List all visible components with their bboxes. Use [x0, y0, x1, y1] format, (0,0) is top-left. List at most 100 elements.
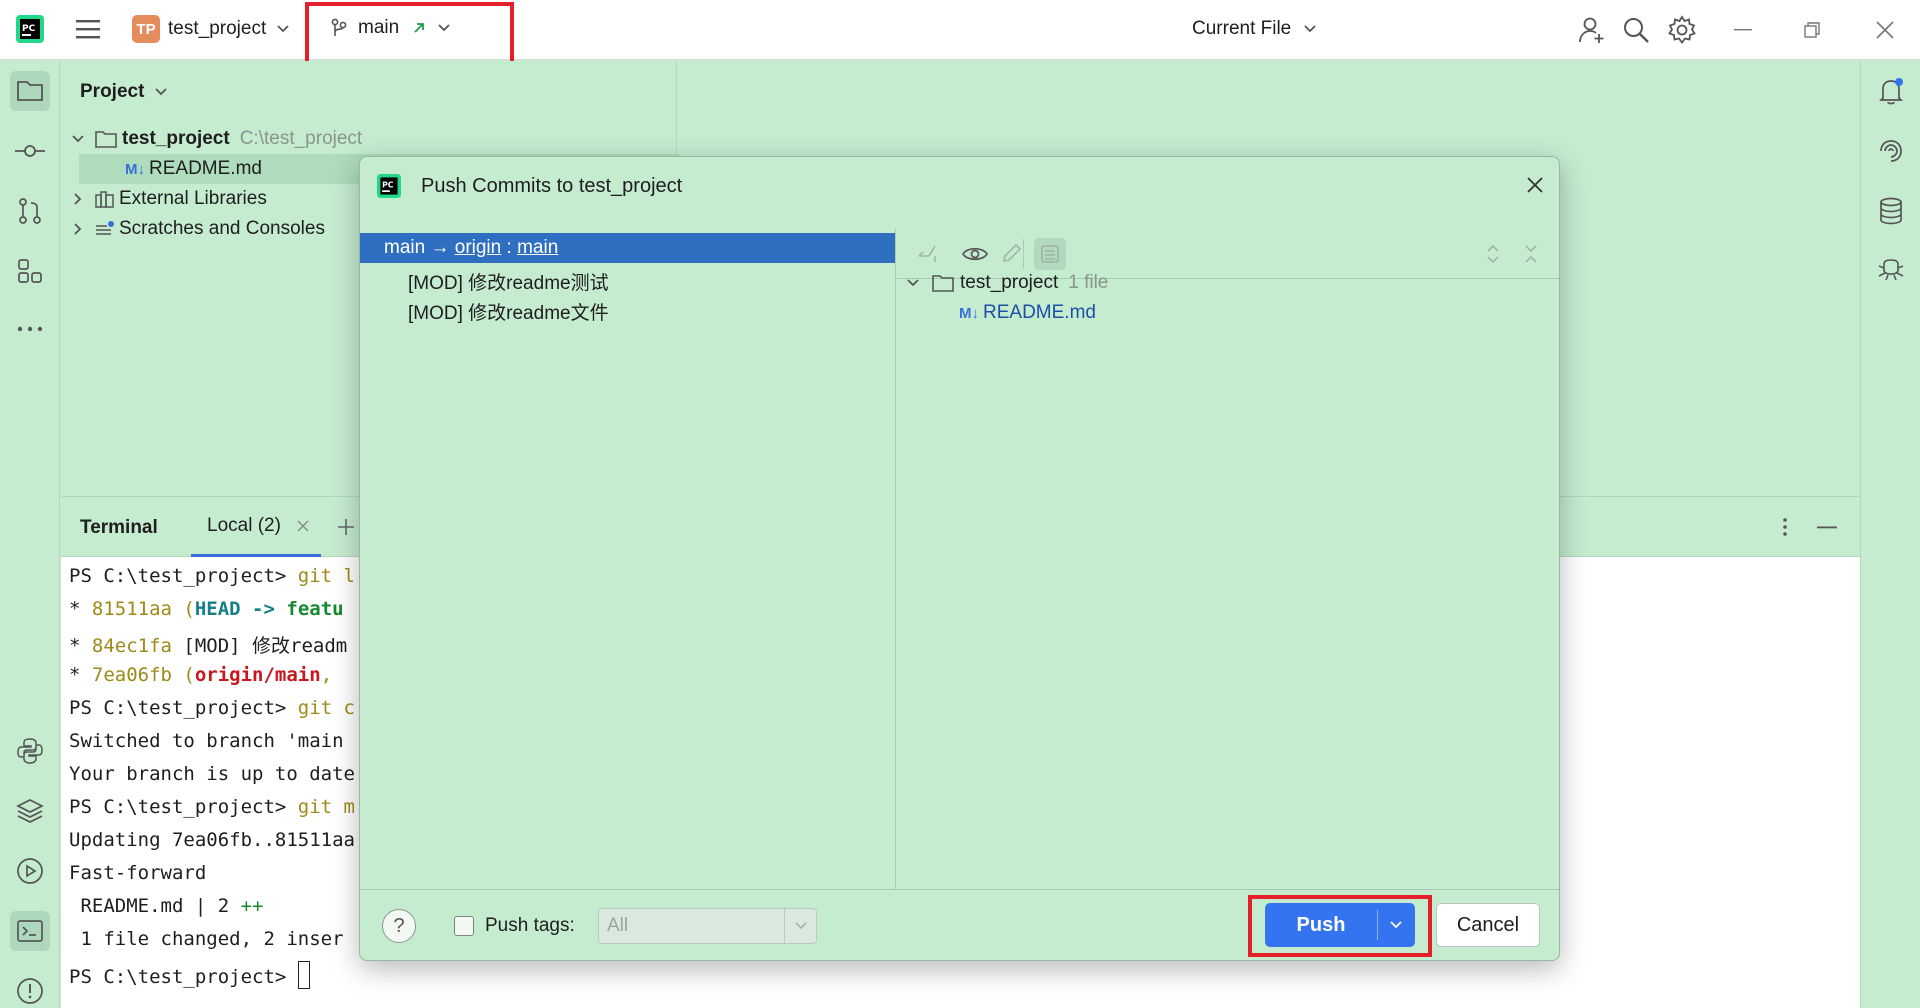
- changes-root-count: 1 file: [1068, 272, 1109, 293]
- tree-path: C:\test_project: [239, 128, 363, 149]
- markdown-file-icon: M↓: [125, 160, 145, 178]
- arrow: →: [425, 237, 455, 258]
- terminal-line: * 81511aa (HEAD -> featu: [69, 598, 344, 620]
- collapse-all-icon[interactable]: [1524, 243, 1538, 265]
- push-button[interactable]: Push: [1265, 903, 1415, 947]
- close-window-icon[interactable]: [1876, 21, 1894, 39]
- tree-label: Scratches and Consoles: [119, 218, 325, 239]
- changed-file-row[interactable]: M↓ README.md: [959, 298, 1096, 328]
- terminal-input-line[interactable]: PS C:\test_project>: [69, 961, 310, 989]
- problems-icon[interactable]: [10, 971, 50, 1008]
- remote-link[interactable]: origin: [455, 237, 501, 259]
- more-options-icon[interactable]: [1783, 517, 1787, 537]
- folder-icon: [95, 130, 117, 148]
- plugin-icon[interactable]: [1871, 251, 1911, 291]
- tree-row-external-libraries[interactable]: External Libraries: [71, 184, 267, 214]
- push-options-chevron-icon[interactable]: [1378, 920, 1414, 930]
- commit-icon[interactable]: [10, 131, 50, 171]
- markdown-file-icon: M↓: [959, 304, 979, 322]
- svg-text:PC: PC: [22, 24, 36, 34]
- tree-row-scratches[interactable]: Scratches and Consoles: [71, 214, 325, 244]
- search-icon[interactable]: [1622, 16, 1650, 44]
- close-tab-icon[interactable]: [297, 520, 309, 532]
- main-menu-icon[interactable]: [74, 16, 102, 42]
- push-spec-row[interactable]: main → origin : main: [360, 233, 895, 263]
- remote-branch-link[interactable]: main: [517, 237, 558, 259]
- title-bar: PC TP test_project main Current File: [0, 0, 1920, 70]
- chevron-down-icon[interactable]: [906, 278, 920, 288]
- terminal-line: README.md | 2 ++: [69, 895, 264, 917]
- commit-row[interactable]: [MOD] 修改readme测试: [408, 266, 609, 296]
- tree-row-root[interactable]: test_project C:\test_project: [71, 124, 362, 154]
- structure-icon[interactable]: [10, 251, 50, 291]
- run-config-selector[interactable]: Current File: [1192, 18, 1317, 40]
- pull-requests-icon[interactable]: [10, 191, 50, 231]
- settings-gear-icon[interactable]: [1667, 15, 1697, 45]
- dialog-footer: ? Push tags: All Push Cancel: [360, 889, 1559, 961]
- pycharm-logo-icon[interactable]: PC: [16, 15, 44, 43]
- terminal-title: Terminal: [80, 517, 158, 538]
- compare-arrows-icon[interactable]: [915, 242, 939, 266]
- minimize-icon[interactable]: [1734, 28, 1752, 32]
- terminal-tab-label: Local (2): [207, 514, 281, 536]
- terminal-line: PS C:\test_project> git c: [69, 697, 355, 719]
- commit-row[interactable]: [MOD] 修改readme文件: [408, 296, 609, 326]
- terminal-tab-local[interactable]: Local (2): [191, 497, 321, 557]
- project-name: test_project: [168, 18, 267, 39]
- group-by-icon[interactable]: [1034, 238, 1066, 270]
- terminal-line: Your branch is up to date: [69, 763, 355, 785]
- project-folder-icon[interactable]: [10, 71, 50, 111]
- chevron-down-icon[interactable]: [71, 134, 85, 144]
- terminal-cursor: [297, 961, 310, 989]
- expand-all-icon[interactable]: [1486, 243, 1500, 265]
- right-tool-strip: [1860, 61, 1920, 1008]
- more-tools-icon[interactable]: [10, 309, 50, 349]
- python-console-icon[interactable]: [10, 731, 50, 771]
- terminal-icon[interactable]: [10, 911, 50, 951]
- terminal-line: * 84ec1fa [MOD] 修改readm: [69, 635, 348, 657]
- push-tags-value: All: [607, 915, 629, 936]
- notifications-bell-icon[interactable]: [1871, 71, 1911, 111]
- new-tab-plus-icon[interactable]: [337, 518, 355, 536]
- close-dialog-icon[interactable]: [1526, 176, 1544, 194]
- scratches-icon: [95, 220, 115, 238]
- changes-root-row[interactable]: test_project 1 file: [906, 268, 1108, 298]
- restore-icon[interactable]: [1804, 22, 1820, 38]
- changed-file-label: README.md: [983, 302, 1096, 323]
- project-panel-title-label: Project: [80, 81, 145, 102]
- push-button-label: Push: [1296, 913, 1346, 936]
- branch-highlight-box: [305, 2, 514, 70]
- run-icon[interactable]: [10, 851, 50, 891]
- chevron-right-icon[interactable]: [71, 192, 85, 206]
- chevron-down-icon: [154, 87, 168, 97]
- local-branch: main: [384, 237, 426, 258]
- terminal-line: Fast-forward: [69, 862, 207, 884]
- terminal-line: * 7ea06fb (origin/main,: [69, 664, 344, 686]
- project-panel-title[interactable]: Project: [80, 77, 168, 107]
- layers-icon[interactable]: [10, 791, 50, 831]
- separator: :: [501, 237, 518, 258]
- chevron-right-icon[interactable]: [71, 222, 85, 236]
- ai-assistant-icon[interactable]: [1871, 131, 1911, 171]
- terminal-line: Switched to branch 'main: [69, 730, 344, 752]
- add-user-icon[interactable]: [1578, 15, 1606, 45]
- edit-pencil-icon[interactable]: [1001, 242, 1023, 264]
- hide-panel-icon[interactable]: [1817, 526, 1837, 529]
- chevron-down-icon: [1303, 24, 1317, 34]
- chevron-down-icon: [784, 909, 816, 943]
- terminal-line: PS C:\test_project> git l: [69, 565, 355, 587]
- library-icon: [95, 190, 115, 208]
- view-eye-icon[interactable]: [962, 244, 988, 264]
- project-switcher[interactable]: TP test_project: [132, 15, 290, 43]
- commits-panel: main → origin : main [MOD] 修改readme测试 [M…: [360, 229, 896, 889]
- help-button[interactable]: ?: [382, 909, 416, 943]
- cancel-button[interactable]: Cancel: [1436, 903, 1540, 947]
- push-tags-checkbox[interactable]: [454, 916, 474, 936]
- database-icon[interactable]: [1871, 191, 1911, 231]
- chevron-down-icon: [276, 24, 290, 34]
- folder-icon: [932, 274, 954, 292]
- push-tags-select[interactable]: All: [598, 908, 817, 944]
- terminal-line: 1 file changed, 2 inser: [69, 928, 344, 950]
- run-config-label: Current File: [1192, 18, 1292, 39]
- tree-label: External Libraries: [119, 188, 267, 209]
